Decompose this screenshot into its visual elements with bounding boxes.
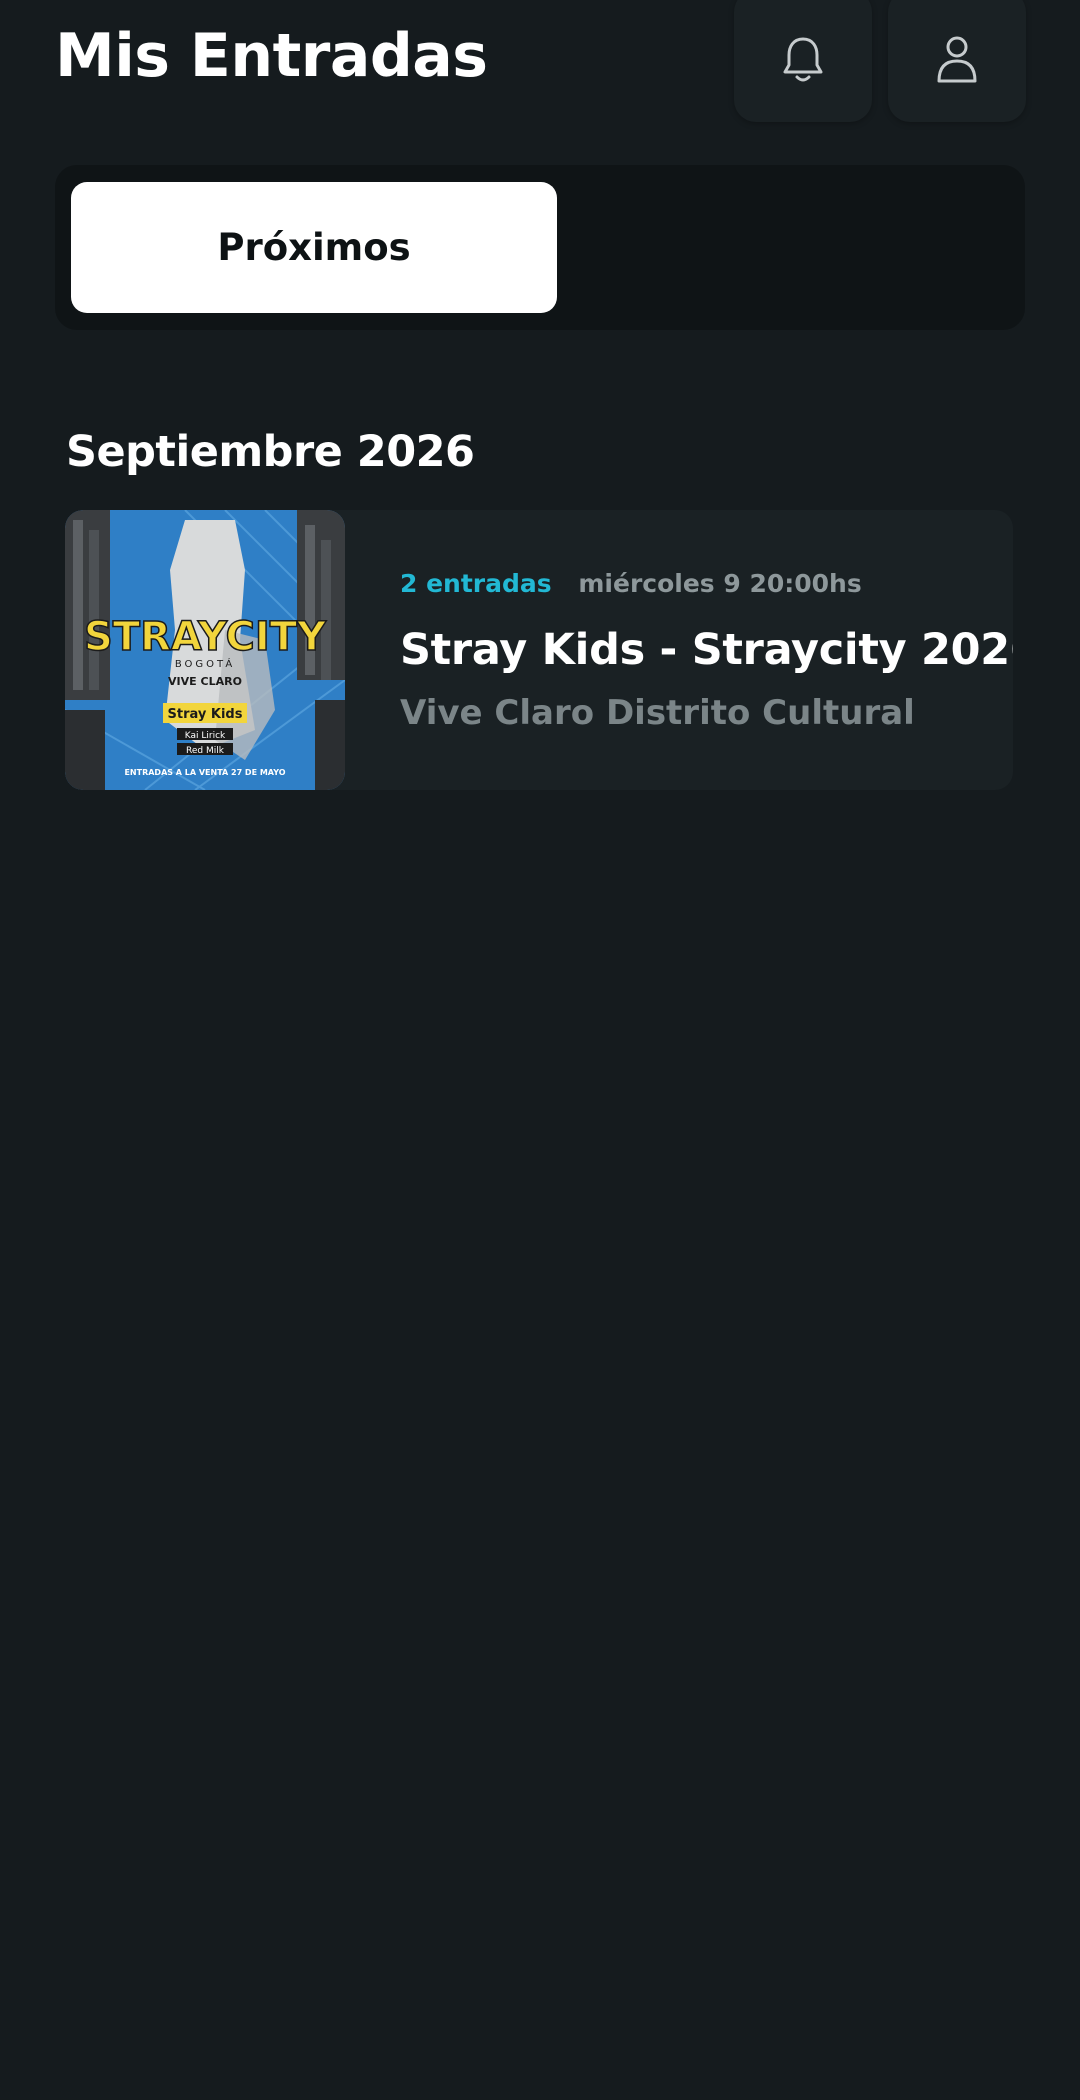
poster-headline: STRAYCITY bbox=[84, 614, 327, 660]
event-title: Stray Kids - Straycity 2026 bbox=[400, 625, 1013, 675]
event-poster: STRAYCITY BOGOTÁ VIVE CLARO Stray Kids K… bbox=[65, 510, 345, 790]
user-icon bbox=[935, 23, 979, 89]
poster-city: BOGOTÁ bbox=[175, 657, 235, 670]
month-heading: Septiembre 2026 bbox=[66, 427, 475, 477]
page-title: Mis Entradas bbox=[55, 21, 488, 91]
notifications-button[interactable] bbox=[734, 0, 872, 122]
tabs-bar: Próximos bbox=[55, 165, 1025, 330]
poster-support-1: Kai Lirick bbox=[185, 731, 226, 741]
bell-icon bbox=[781, 23, 825, 89]
poster-venue: VIVE CLARO bbox=[168, 675, 242, 688]
poster-artist: Stray Kids bbox=[168, 707, 243, 722]
event-venue: Vive Claro Distrito Cultural bbox=[400, 693, 915, 733]
poster-support-2: Red Milk bbox=[186, 746, 225, 756]
tab-proximos[interactable]: Próximos bbox=[71, 182, 557, 313]
event-datetime: miércoles 9 20:00hs bbox=[578, 569, 862, 598]
event-card[interactable]: STRAYCITY BOGOTÁ VIVE CLARO Stray Kids K… bbox=[65, 510, 1013, 790]
tab-label: Próximos bbox=[217, 226, 411, 269]
profile-button[interactable] bbox=[888, 0, 1026, 122]
poster-footer: ENTRADAS A LA VENTA 27 DE MAYO bbox=[124, 768, 285, 777]
ticket-count: 2 entradas bbox=[400, 569, 552, 598]
event-meta: 2 entradas miércoles 9 20:00hs bbox=[400, 567, 862, 601]
